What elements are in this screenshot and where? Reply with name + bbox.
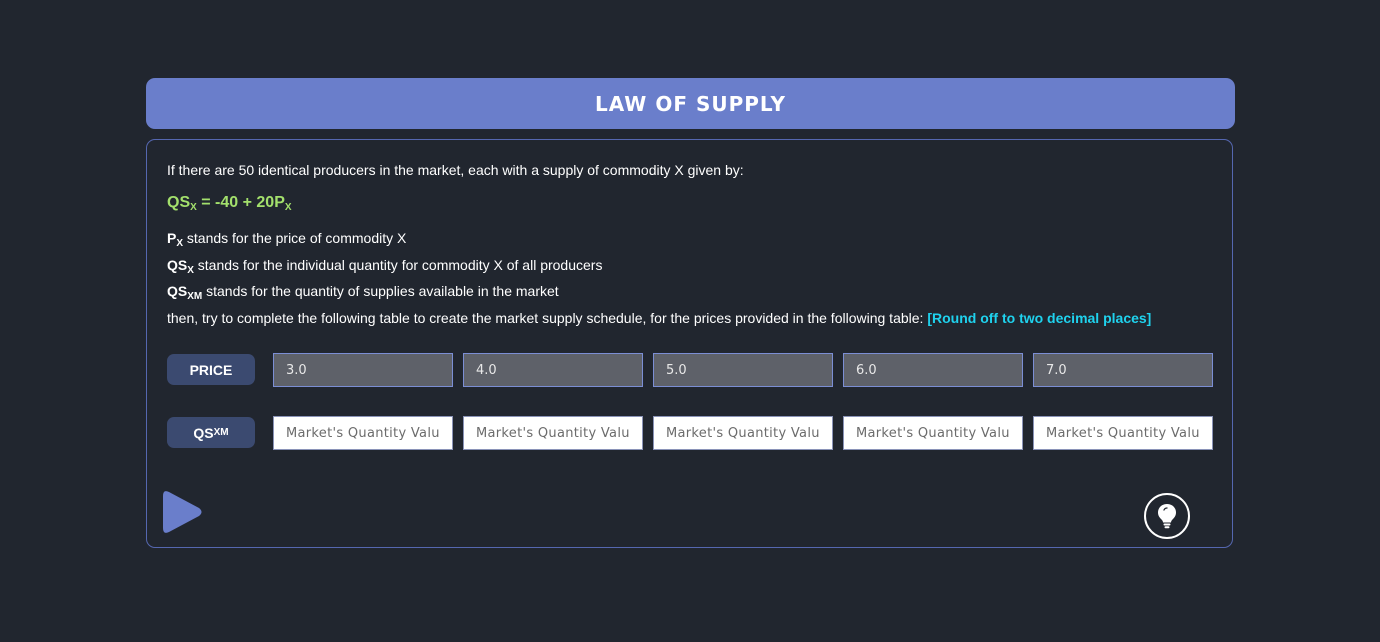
definition-symbol: P [167,230,177,246]
price-cell-2: 4.0 [463,353,643,387]
play-icon [163,491,202,533]
equation-lhs-sub: X [190,202,197,213]
rounding-note: [Round off to two decimal places] [927,310,1152,326]
price-row-label: PRICE [167,354,255,385]
definition-text: stands for the quantity of supplies avai… [202,283,559,299]
quantity-label-text: QS [193,424,214,441]
market-quantity-input-2[interactable] [463,416,643,450]
instruction-body: then, try to complete the following tabl… [167,310,928,326]
hint-button[interactable] [1144,493,1190,539]
definition-subscript: X [187,264,194,276]
price-cell-1: 3.0 [273,353,453,387]
play-button[interactable] [161,488,205,536]
equation-lhs: QS [167,194,191,211]
price-cell-4: 6.0 [843,353,1023,387]
price-label-text: PRICE [189,361,233,378]
title-bar: LAW OF SUPPLY [146,78,1235,129]
definition-individual-quantity: QSX stands for the individual quantity f… [167,255,602,282]
price-cell-3: 5.0 [653,353,833,387]
equation-rhs: = -40 + 20P [196,194,285,211]
lightbulb-icon [1158,504,1176,529]
definition-text: stands for the price of commodity X [183,230,407,246]
market-quantity-input-5[interactable] [1033,416,1213,450]
definition-price: PX stands for the price of commodity X [167,228,602,255]
page-title: LAW OF SUPPLY [594,91,787,116]
question-intro: If there are 50 identical producers in t… [167,162,744,178]
market-quantity-input-1[interactable] [273,416,453,450]
equation-rhs-sub: X [284,202,292,213]
quantity-row-label: QS XM [167,417,255,448]
definition-subscript: XM [187,291,203,302]
price-cell-5: 7.0 [1033,353,1213,387]
market-quantity-input-4[interactable] [843,416,1023,450]
definitions: PX stands for the price of commodity X Q… [167,228,602,308]
market-quantity-input-3[interactable] [653,416,833,450]
definition-market-quantity: QSXM stands for the quantity of supplies… [167,281,602,308]
question-panel: If there are 50 identical producers in t… [146,139,1233,548]
supply-equation: QSX = -40 + 20PX [167,194,292,213]
definition-symbol: QS [167,256,188,273]
instruction-text: then, try to complete the following tabl… [167,310,1151,326]
definition-text: stands for the individual quantity for c… [193,256,603,273]
definition-subscript: X [176,238,184,249]
definition-symbol: QS [167,283,188,299]
quantity-label-subscript: XM [213,427,229,438]
